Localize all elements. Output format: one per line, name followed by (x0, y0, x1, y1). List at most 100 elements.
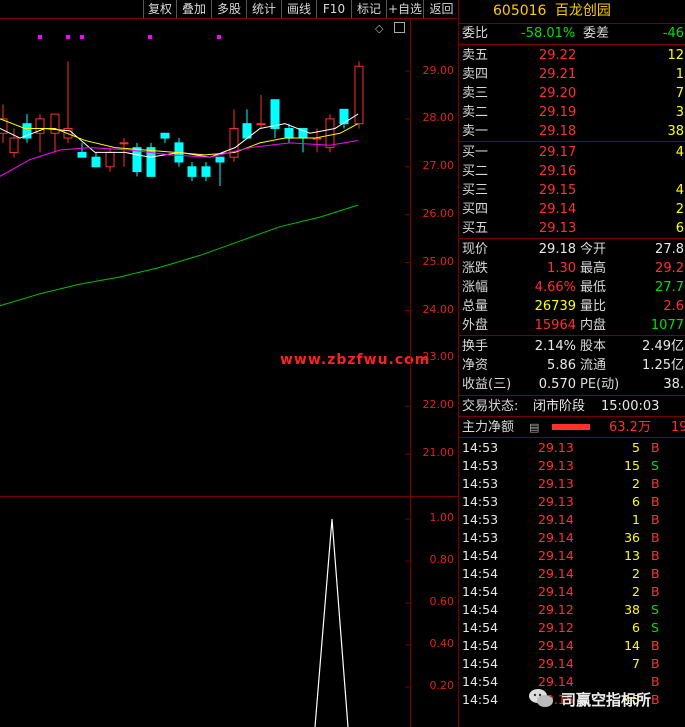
candle-body (9, 137, 19, 153)
trade-status-row: 交易状态: 闭市阶段 15:00:03 (459, 397, 685, 416)
tick-row: 14:53 29.13 6 B (459, 493, 685, 511)
sell-volume: 1 (675, 67, 684, 82)
candle-body (201, 166, 211, 177)
quote-label: 内盘 (580, 318, 607, 333)
tick-time: 14:54 (462, 602, 499, 617)
weicha-value: -46 (662, 26, 684, 41)
tick-time: 14:53 (462, 512, 499, 527)
tick-time: 14:54 (462, 674, 499, 689)
tick-time: 14:53 (462, 440, 499, 455)
diamond-icon[interactable]: ◇ (375, 22, 383, 35)
statistics-button[interactable]: 统计 (246, 0, 281, 18)
price-tick-label: 27.00 (422, 159, 455, 172)
sell-row: 卖三 29.20 7 (459, 84, 685, 103)
fundamental-label: 收益(三) (462, 377, 512, 392)
tick-side: B (651, 656, 660, 671)
price-tick-label: 26.00 (422, 207, 455, 220)
sell-row: 卖二 29.19 3 (459, 103, 685, 122)
tick-time: 14:54 (462, 584, 499, 599)
candle-body (50, 113, 60, 134)
multi-stock-button[interactable]: 多股 (211, 0, 246, 18)
sell-volume: 3 (675, 105, 684, 120)
indicator-chart[interactable] (0, 497, 410, 727)
quote-label: 今开 (580, 242, 607, 257)
sell-label: 卖五 (462, 48, 489, 63)
axis-divider (410, 18, 411, 727)
fundamental-value: 38. (663, 377, 684, 392)
tick-price: 29.13 (538, 476, 574, 491)
quote-label: 现价 (462, 242, 489, 257)
tick-volume: 7 (632, 656, 640, 671)
buy-volume: 6 (675, 221, 684, 236)
f10-button[interactable]: F10 (316, 0, 351, 18)
quote-row: 涨幅 4.66% 最低 27.7 (459, 278, 685, 297)
buy-volume: 2 (675, 202, 684, 217)
indicator-tick-label: 0.80 (429, 553, 455, 566)
weibi-label: 委比 (462, 26, 489, 41)
stock-code: 605016 (493, 3, 547, 19)
buy-price: 29.16 (539, 164, 577, 179)
tick-price: 29.13 (538, 440, 574, 455)
tick-side: B (651, 440, 660, 455)
quote-panel: 605016 百龙创园 委比 -58.01% 委差 -46 卖五 29.22 1 2 卖… (458, 0, 685, 727)
tick-row: 14:54 29.14 2 B (459, 565, 685, 583)
candle-body (215, 156, 225, 163)
tick-volume: 5 (632, 440, 640, 455)
quote-label: 外盘 (462, 318, 489, 333)
quote-row: 现价 29.18 今开 27.8 (459, 240, 685, 259)
candle-body (105, 151, 115, 168)
fundamental-row: 换手 2.14% 股本 2.49亿 (459, 337, 685, 356)
weibi-row: 委比 -58.01% 委差 -46 (459, 24, 685, 43)
weibi-value: -58.01% (521, 26, 576, 41)
stock-header: 605016 百龙创园 (459, 0, 685, 24)
fundamental-label: 净资 (462, 358, 489, 373)
tick-volume: 1 (632, 512, 640, 527)
fundamental-label: 股本 (580, 339, 607, 354)
tick-time: 14:53 (462, 530, 499, 545)
list-icon[interactable]: ▤ (529, 418, 539, 437)
signal-marker (66, 35, 70, 39)
tick-row: 14:53 29.13 15 S (459, 457, 685, 475)
signal-marker (217, 35, 221, 39)
quote-value: 2.6 (663, 299, 684, 314)
fundamental-value: 1.25亿 (642, 358, 684, 373)
buy-label: 买三 (462, 183, 489, 198)
tick-time: 14:53 (462, 494, 499, 509)
price-tick-label: 22.00 (422, 398, 455, 411)
buy-row: 买二 29.16 (459, 162, 685, 181)
quote-label: 最低 (580, 280, 607, 295)
brand-badge: 司赢空指标所 (528, 683, 685, 713)
sell-price: 29.18 (539, 124, 577, 139)
back-button[interactable]: 返回 (423, 0, 459, 18)
sell-price: 29.22 (539, 48, 577, 63)
tick-price: 29.13 (538, 458, 574, 473)
signal-marker (80, 35, 84, 39)
tick-volume: 2 (632, 566, 640, 581)
close-icon[interactable] (394, 22, 405, 33)
restore-rights-button[interactable]: 复权 (143, 0, 176, 18)
wechat-icon (529, 689, 553, 707)
fundamental-row: 收益(三) 0.570 PE(动) 38. (459, 375, 685, 394)
tick-price: 29.14 (538, 656, 574, 671)
trade-status-value: 闭市阶段 (533, 399, 586, 414)
overlay-button[interactable]: 叠加 (176, 0, 211, 18)
candle-body (256, 123, 266, 126)
main-flow-row: 主力净额 ▤ 63.2万 19 (459, 418, 685, 437)
tick-side: B (651, 476, 660, 491)
tick-volume: 2 (632, 476, 640, 491)
sell-row: 卖五 29.22 12 (459, 46, 685, 65)
buy-row: 买四 29.14 2 (459, 200, 685, 219)
candlestick-chart[interactable] (0, 19, 410, 496)
draw-line-button[interactable]: 画线 (281, 0, 316, 18)
chart-toolbar: 复权 叠加 多股 统计 画线 F10 标记 +自选 返回 (0, 0, 458, 19)
tick-row: 14:53 29.13 5 B (459, 439, 685, 457)
fundamental-label: PE(动) (580, 377, 620, 392)
mark-button[interactable]: 标记 (351, 0, 386, 18)
quote-value: 1077 (650, 318, 684, 333)
brand-name: 司赢空指标所 (561, 691, 652, 709)
price-tick-label: 25.00 (422, 255, 455, 268)
add-watchlist-button[interactable]: +自选 (386, 0, 423, 18)
tick-row: 14:54 29.14 2 B (459, 583, 685, 601)
fundamental-label: 流通 (580, 358, 607, 373)
tick-volume: 36 (624, 530, 640, 545)
